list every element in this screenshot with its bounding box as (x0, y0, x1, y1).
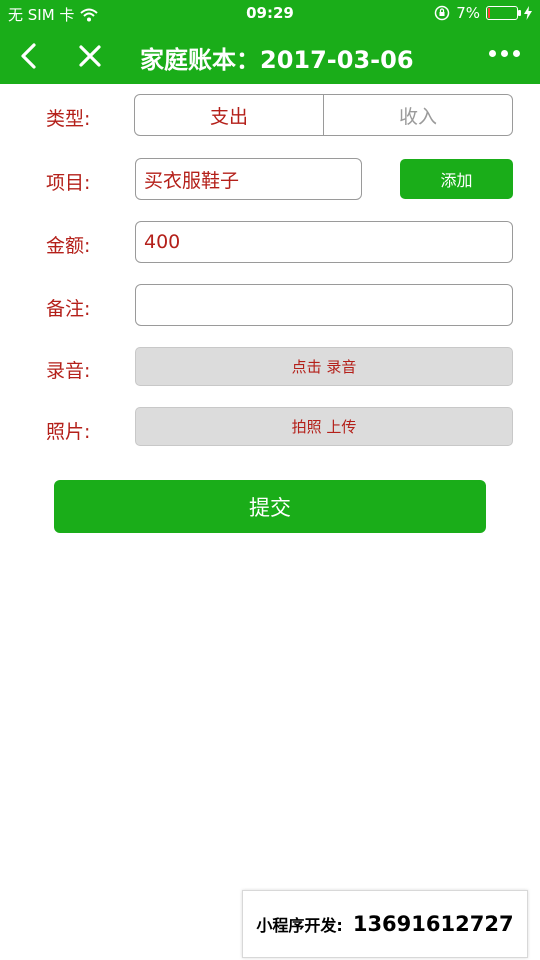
note-label: 备注: (46, 298, 91, 320)
orientation-lock-icon (434, 5, 450, 21)
note-input[interactable] (135, 284, 513, 326)
battery-level (488, 8, 490, 18)
more-icon[interactable] (489, 50, 520, 57)
record-audio-button[interactable]: 点击 录音 (135, 347, 513, 386)
battery-percent: 7% (456, 4, 480, 22)
photo-label: 照片: (46, 421, 91, 443)
chevron-left-icon[interactable] (14, 40, 46, 72)
navigation-bar: 家庭账本：2017-03-06 (0, 28, 540, 84)
add-item-button[interactable]: 添加 (400, 159, 513, 199)
amount-label: 金额: (46, 235, 91, 257)
type-label: 类型: (46, 108, 91, 130)
status-bar-right: 7% (434, 4, 532, 22)
watermark-phone: 13691612727 (352, 912, 514, 936)
type-option-expense[interactable]: 支出 (135, 95, 323, 135)
watermark-banner: 小程序开发: 13691612727 (242, 890, 528, 958)
type-option-income[interactable]: 收入 (323, 95, 512, 135)
item-input[interactable]: 买衣服鞋子 (135, 158, 362, 200)
charging-icon (524, 6, 532, 20)
audio-label: 录音: (46, 360, 91, 382)
type-segmented-control: 支出 收入 (134, 94, 513, 136)
status-bar: 无 SIM 卡 09:29 7% (0, 0, 540, 28)
amount-input[interactable]: 400 (135, 221, 513, 263)
submit-button[interactable]: 提交 (54, 480, 486, 533)
close-icon[interactable] (74, 40, 106, 72)
item-label: 项目: (46, 172, 91, 194)
upload-photo-button[interactable]: 拍照 上传 (135, 407, 513, 446)
watermark-label: 小程序开发: (256, 916, 343, 935)
page-title: 家庭账本：2017-03-06 (140, 46, 414, 74)
battery-icon (486, 6, 521, 20)
